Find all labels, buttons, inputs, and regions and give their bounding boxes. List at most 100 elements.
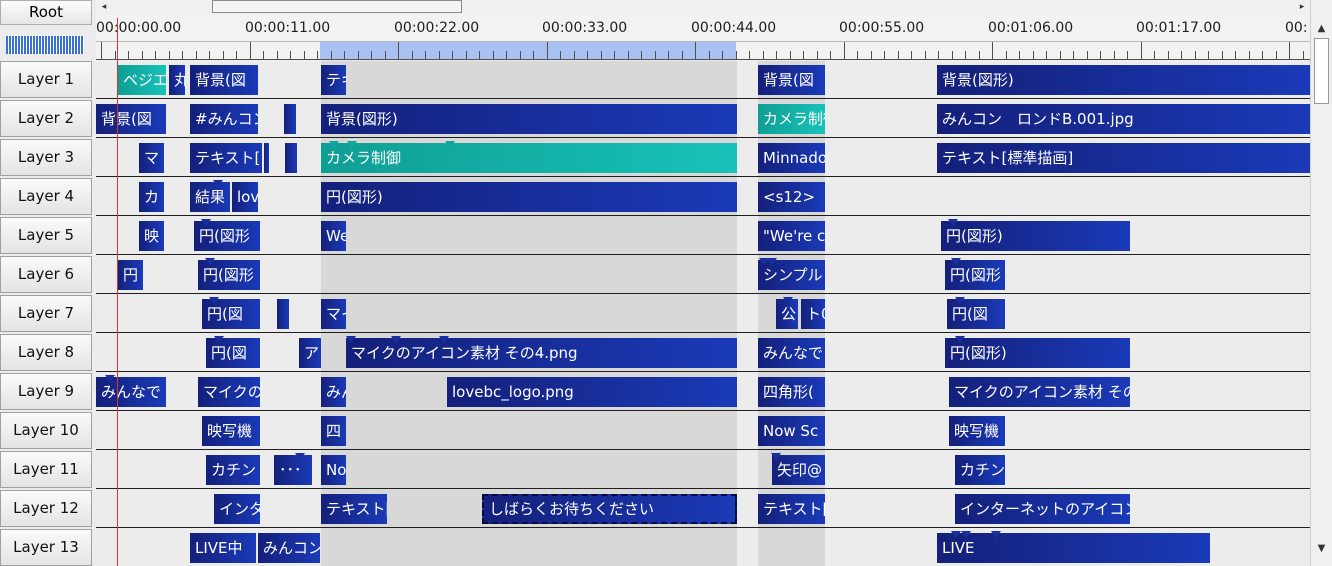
timeline-clip[interactable]: インタ (214, 494, 260, 524)
keyframe-marker-icon[interactable] (329, 141, 339, 148)
keyframe-marker-icon[interactable] (961, 531, 971, 538)
timeline-clip[interactable]: テキスト[ (758, 494, 825, 524)
timeline-clip[interactable]: カチン (206, 455, 260, 485)
scroll-up-arrow-icon[interactable]: ▲ (1311, 20, 1332, 38)
keyframe-marker-icon[interactable] (205, 258, 215, 265)
layer-label[interactable]: Layer 9 (0, 373, 92, 410)
timeline-clip[interactable]: ト0 (801, 299, 825, 329)
playhead-cursor[interactable] (117, 18, 118, 566)
timeline-clip[interactable]: 背景(図形) (321, 104, 737, 134)
root-button[interactable]: Root (0, 0, 92, 25)
keyframe-marker-icon[interactable] (391, 336, 401, 343)
layer-label[interactable]: Layer 4 (0, 178, 92, 215)
keyframe-marker-icon[interactable] (955, 297, 965, 304)
horizontal-scroll-thumb[interactable] (212, 0, 462, 13)
timeline-clip[interactable]: 円(図形) (945, 338, 1130, 368)
timeline-clip[interactable]: We (321, 221, 346, 251)
timeline-clip[interactable]: インターネットのアイコン3 (955, 494, 1130, 524)
timeline-clip[interactable] (285, 143, 297, 173)
keyframe-marker-icon[interactable] (439, 336, 449, 343)
timeline-clip[interactable]: 映写機 (202, 416, 260, 446)
timeline-clip[interactable]: テキ (321, 65, 346, 95)
timeline-clip[interactable]: みんなで (758, 338, 825, 368)
timeline-clip[interactable]: カ (139, 182, 164, 212)
layer-label[interactable]: Layer 3 (0, 139, 92, 176)
timeline-clip[interactable] (277, 299, 289, 329)
timeline-clip[interactable]: みんコン ロンドB.001.jpg (937, 104, 1310, 134)
zoom-slider[interactable] (6, 36, 84, 54)
keyframe-marker-icon[interactable] (214, 336, 224, 343)
keyframe-marker-icon[interactable] (445, 141, 455, 148)
timeline-clip[interactable]: マ (139, 143, 164, 173)
timeline-clip[interactable]: みん (321, 377, 346, 407)
timeline-clip[interactable]: カメラ制御 (758, 104, 825, 134)
keyframe-marker-icon[interactable] (771, 453, 781, 460)
timeline-clip[interactable]: love (232, 182, 258, 212)
timeline-clip[interactable]: LIVE中 (190, 533, 256, 563)
timeline-clip[interactable]: 背景(図形) (937, 65, 1310, 95)
layer-row[interactable] (96, 256, 1310, 294)
timeline-clip[interactable]: しばらくお待ちください (482, 494, 737, 524)
keyframe-marker-icon[interactable] (209, 297, 219, 304)
scroll-right-arrow-icon[interactable]: ▸ (1294, 0, 1310, 14)
timeline-clip[interactable]: マイクの (198, 377, 260, 407)
timeline-clip[interactable]: マイ (321, 299, 346, 329)
timeline-clip[interactable]: みんコン (258, 533, 320, 563)
timeline-clip[interactable]: 背景(図 (758, 65, 825, 95)
timeline-track-area[interactable]: ベジエ丸背景(図テキ背景(図背景(図形)背景(図#みんコン背景(図形)カメラ制御… (96, 61, 1310, 566)
time-ruler[interactable]: 00:00:00.00 00:00:11.00 00:00:22.00 00:0… (96, 14, 1310, 60)
keyframe-marker-icon[interactable] (767, 258, 777, 265)
layer-row[interactable] (96, 412, 1310, 450)
timeline-clip[interactable]: 丸 (169, 65, 185, 95)
layer-label[interactable]: Layer 11 (0, 451, 92, 488)
layer-label[interactable]: Layer 1 (0, 61, 92, 98)
timeline-clip[interactable]: ア (299, 338, 321, 368)
keyframe-marker-icon[interactable] (347, 141, 357, 148)
timeline-clip[interactable]: マイクのアイコン素材 その4.png (346, 338, 737, 368)
timeline-clip[interactable]: 円 (118, 260, 143, 290)
timeline-clip[interactable]: ベジエ (118, 65, 166, 95)
timeline-clip[interactable]: カメラ制御 (321, 143, 737, 173)
layer-label[interactable]: Layer 5 (0, 217, 92, 254)
timeline-clip[interactable]: 映 (139, 221, 164, 251)
layer-label[interactable]: Layer 8 (0, 334, 92, 371)
keyframe-marker-icon[interactable] (213, 180, 223, 187)
timeline-clip[interactable]: 円(図形) (941, 221, 1130, 251)
keyframe-marker-icon[interactable] (955, 336, 965, 343)
layer-label[interactable]: Layer 6 (0, 256, 92, 293)
timeline-clip[interactable]: Minnado (758, 143, 825, 173)
timeline-clip[interactable]: 四 (321, 416, 346, 446)
timeline-clip[interactable] (284, 104, 296, 134)
vertical-scrollbar[interactable]: ▲ ▼ (1310, 0, 1332, 566)
timeline-clip[interactable]: 四角形( (758, 377, 825, 407)
layer-label[interactable]: Layer 2 (0, 100, 92, 137)
layer-label[interactable]: Layer 7 (0, 295, 92, 332)
timeline-clip[interactable]: 結果 (190, 182, 230, 212)
keyframe-marker-icon[interactable] (783, 297, 793, 304)
keyframe-marker-icon[interactable] (948, 219, 958, 226)
timeline-clip[interactable]: テキスト[標準描画] (937, 143, 1310, 173)
timeline-clip[interactable]: 映写機 (949, 416, 1005, 446)
scroll-down-arrow-icon[interactable]: ▼ (1311, 540, 1332, 558)
vertical-scroll-thumb[interactable] (1314, 38, 1329, 104)
layer-label[interactable]: Layer 12 (0, 490, 92, 527)
timeline-clip[interactable]: 円(図形) (321, 182, 737, 212)
keyframe-marker-icon[interactable] (346, 336, 356, 343)
scroll-left-arrow-icon[interactable]: ◂ (96, 0, 112, 14)
keyframe-marker-icon[interactable] (951, 258, 961, 265)
timeline-clip[interactable]: Now Sc (758, 416, 825, 446)
timeline-clip[interactable]: LIVE (937, 533, 1210, 563)
timeline-clip[interactable]: マイクのアイコン素材 その (949, 377, 1130, 407)
timeline-clip[interactable]: "We're c (758, 221, 825, 251)
timeline-clip[interactable] (264, 143, 269, 173)
timeline-clip[interactable]: カチン (955, 455, 1005, 485)
keyframe-marker-icon[interactable] (295, 453, 305, 460)
timeline-clip[interactable]: No (321, 455, 346, 485)
timeline-clip[interactable]: lovebc_logo.png (447, 377, 737, 407)
timeline-clip[interactable]: ･･･ (274, 455, 312, 485)
layer-label[interactable]: Layer 10 (0, 412, 92, 449)
horizontal-scrollbar[interactable]: ◂ ▸ (96, 0, 1310, 14)
timeline-clip[interactable]: 背景(図 (96, 104, 166, 134)
keyframe-marker-icon[interactable] (105, 375, 115, 382)
layer-label[interactable]: Layer 13 (0, 529, 92, 566)
